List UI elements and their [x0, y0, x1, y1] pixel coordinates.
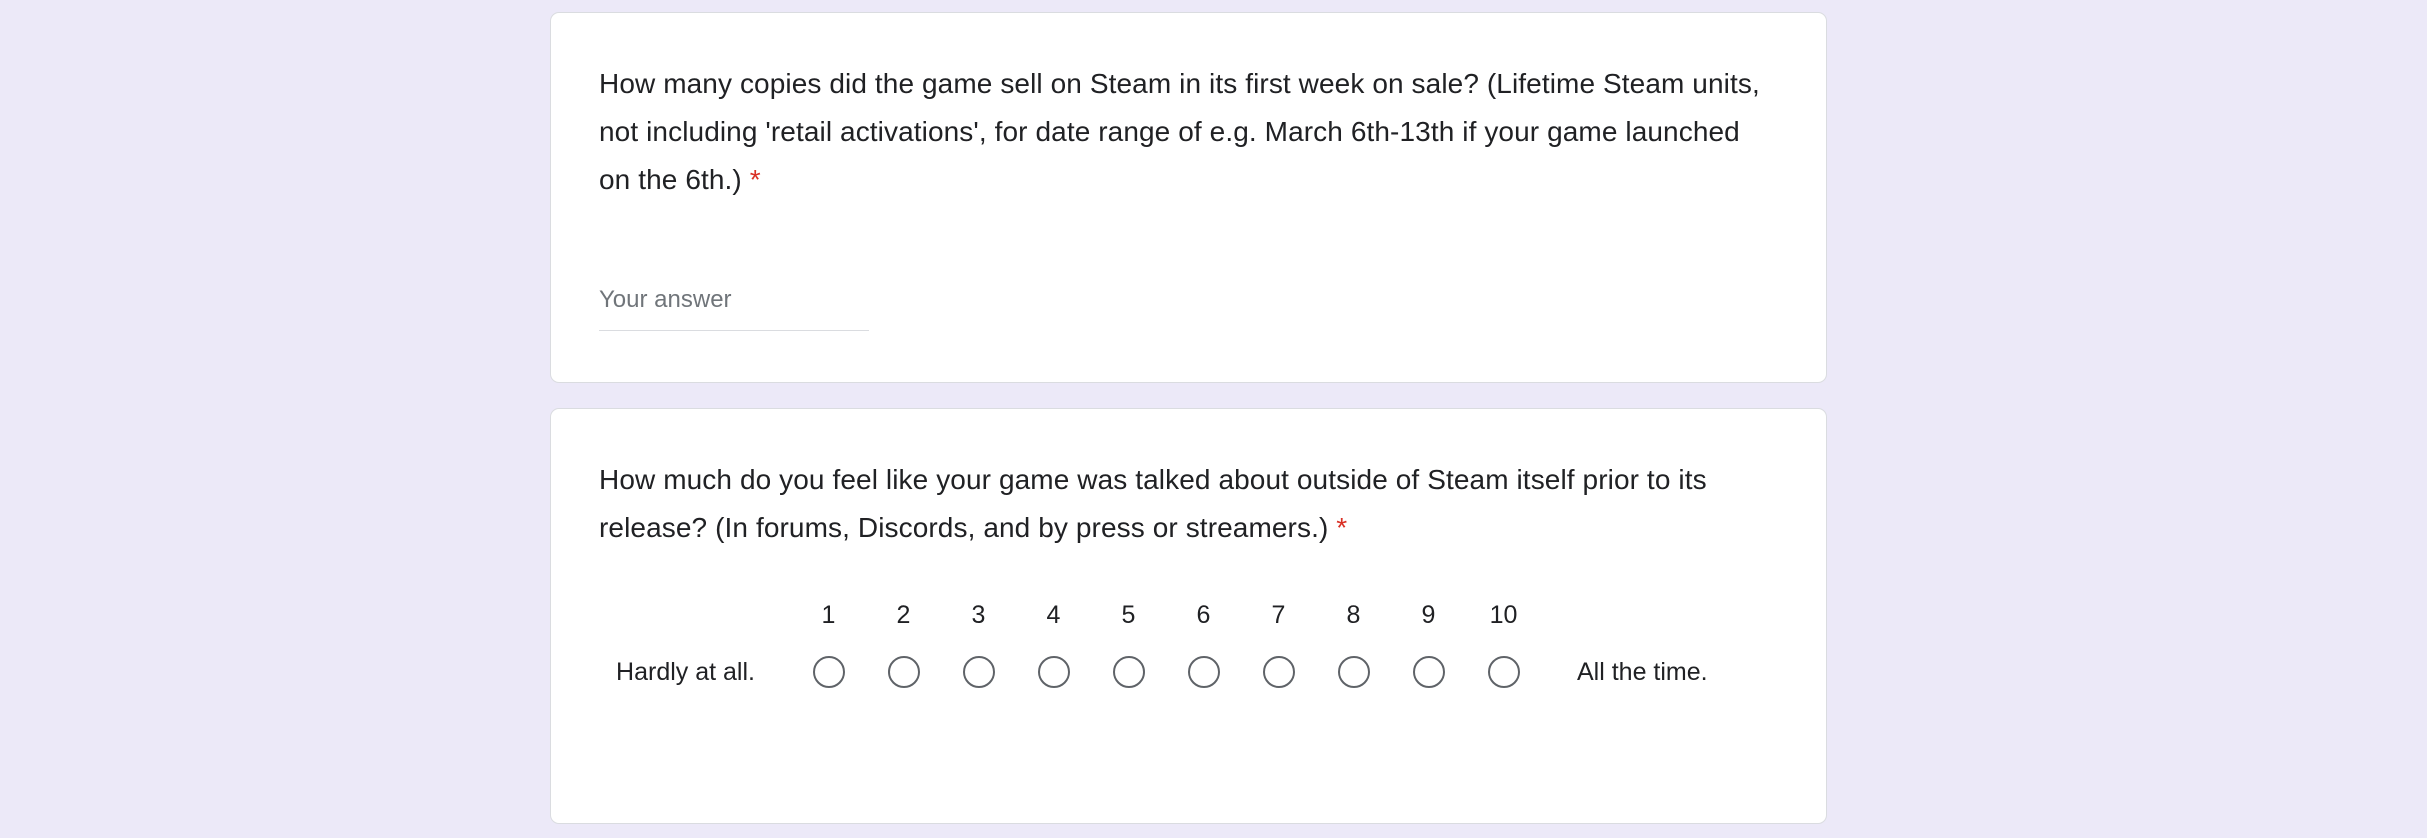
scale-option-cell-10[interactable] — [1466, 656, 1541, 688]
scale-number-8: 8 — [1346, 601, 1361, 629]
question-card-linear-scale: How much do you feel like your game was … — [550, 408, 1827, 824]
scale-number-5: 5 — [1121, 601, 1136, 629]
scale-radio-7[interactable] — [1262, 656, 1295, 688]
scale-radio-2[interactable] — [887, 656, 920, 688]
question-title-talked-about: How much do you feel like your game was … — [599, 456, 1779, 552]
linear-scale: 1 2 3 4 5 6 7 8 9 10 Hardly at all. All … — [599, 589, 1779, 703]
scale-high-label: All the time. — [1577, 657, 1708, 686]
question-title-talked-about-text: How much do you feel like your game was … — [599, 464, 1715, 543]
scale-option-cell-2[interactable] — [866, 656, 941, 688]
google-form-page: How many copies did the game sell on Ste… — [0, 0, 2427, 838]
scale-low-label: Hardly at all. — [616, 657, 755, 686]
scale-option-cell-7[interactable] — [1241, 656, 1316, 688]
scale-radio-5[interactable] — [1112, 656, 1145, 688]
scale-number-row: 1 2 3 4 5 6 7 8 9 10 — [599, 589, 1779, 641]
scale-number-2: 2 — [896, 601, 911, 629]
scale-radio-1[interactable] — [812, 656, 845, 688]
scale-option-cell-8[interactable] — [1316, 656, 1391, 688]
scale-option-cell-9[interactable] — [1391, 656, 1466, 688]
scale-radio-10[interactable] — [1487, 656, 1520, 688]
your-answer-input[interactable] — [599, 280, 869, 331]
short-answer-field-wrapper — [599, 280, 869, 331]
scale-number-3: 3 — [971, 601, 986, 629]
question-title-sales: How many copies did the game sell on Ste… — [599, 60, 1779, 204]
scale-option-cell-6[interactable] — [1166, 656, 1241, 688]
scale-option-row: Hardly at all. All the time. — [599, 641, 1779, 703]
question-title-sales-text: How many copies did the game sell on Ste… — [599, 68, 1768, 195]
scale-number-7: 7 — [1271, 601, 1286, 629]
scale-radio-6[interactable] — [1187, 656, 1220, 688]
scale-option-cell-1[interactable] — [791, 656, 866, 688]
scale-number-1: 1 — [821, 601, 836, 629]
scale-option-cell-5[interactable] — [1091, 656, 1166, 688]
scale-number-10: 10 — [1489, 601, 1518, 629]
scale-radio-3[interactable] — [962, 656, 995, 688]
scale-radio-4[interactable] — [1037, 656, 1070, 688]
scale-radio-9[interactable] — [1412, 656, 1445, 688]
scale-option-cell-3[interactable] — [941, 656, 1016, 688]
scale-radio-8[interactable] — [1337, 656, 1370, 688]
scale-number-9: 9 — [1421, 601, 1436, 629]
question-list: How many copies did the game sell on Ste… — [550, 12, 1827, 824]
scale-number-4: 4 — [1046, 601, 1061, 629]
scale-option-cell-4[interactable] — [1016, 656, 1091, 688]
question-card-short-answer: How many copies did the game sell on Ste… — [550, 12, 1827, 383]
scale-number-6: 6 — [1196, 601, 1211, 629]
required-asterisk: * — [1336, 512, 1348, 543]
required-asterisk: * — [749, 164, 761, 195]
